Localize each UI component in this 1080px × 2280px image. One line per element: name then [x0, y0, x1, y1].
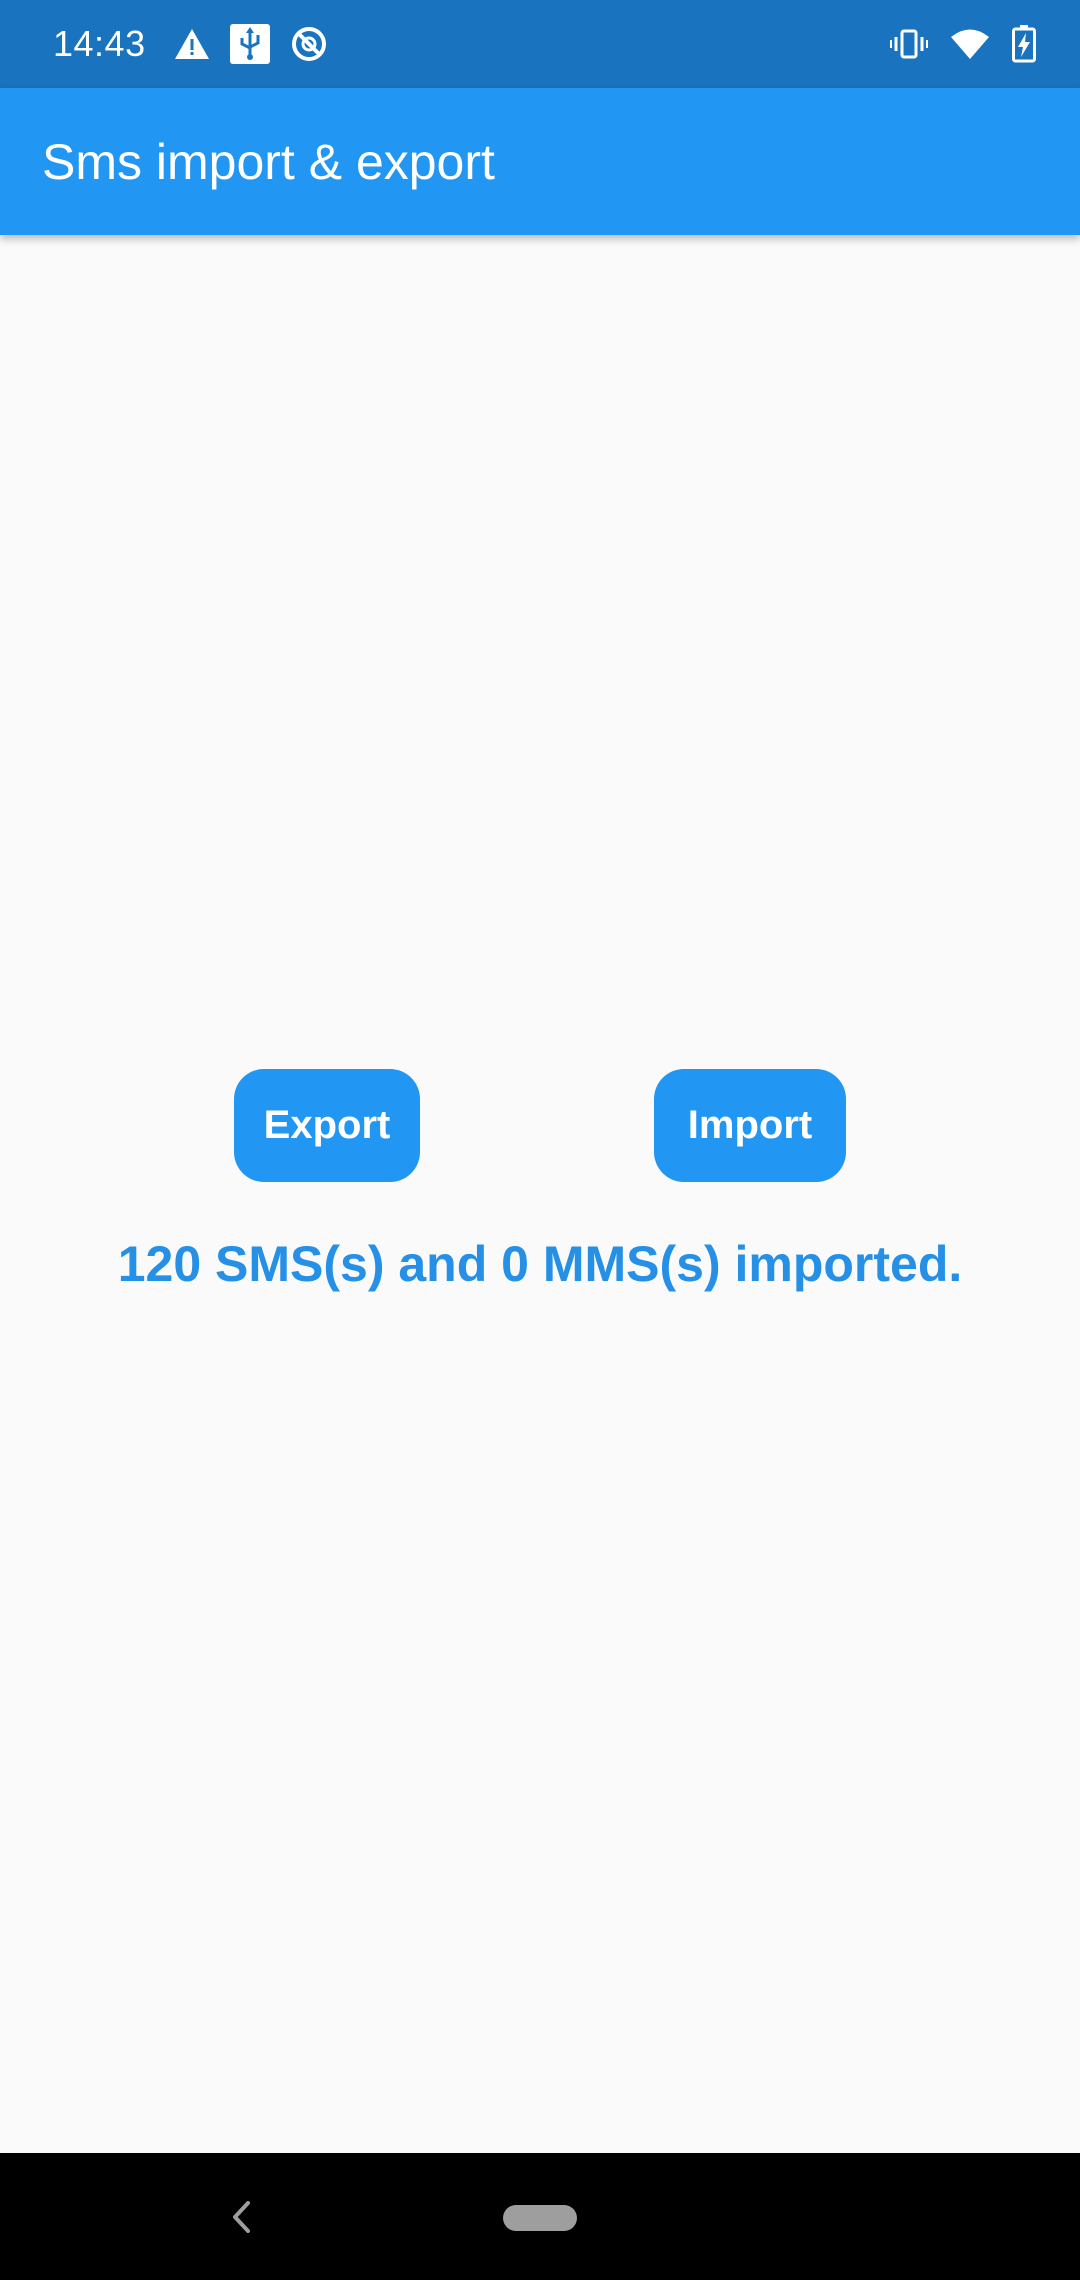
import-result-message: 120 SMS(s) and 0 MMS(s) imported.	[117, 1236, 963, 1292]
app-bar: Sms import & export	[0, 88, 1080, 235]
nav-bar	[0, 2153, 1080, 2280]
import-button[interactable]: Import	[654, 1069, 846, 1182]
app-title: Sms import & export	[42, 133, 495, 190]
export-button[interactable]: Export	[234, 1069, 420, 1182]
wifi-icon	[950, 28, 990, 60]
warning-icon	[174, 28, 210, 60]
back-icon[interactable]	[226, 2195, 256, 2239]
usb-icon	[229, 24, 270, 64]
screen: 14:43 Sms import & export Export Import …	[0, 0, 1080, 2280]
battery-charging-icon	[1012, 25, 1036, 63]
status-left: 14:43	[53, 23, 348, 65]
home-pill-icon[interactable]	[503, 2205, 577, 2231]
status-right	[868, 25, 1036, 63]
vibrate-icon	[890, 29, 928, 59]
sync-disabled-icon	[290, 25, 328, 63]
status-time: 14:43	[53, 23, 146, 64]
status-bar: 14:43	[0, 0, 1080, 88]
main-content: Export Import 120 SMS(s) and 0 MMS(s) im…	[0, 235, 1080, 2153]
